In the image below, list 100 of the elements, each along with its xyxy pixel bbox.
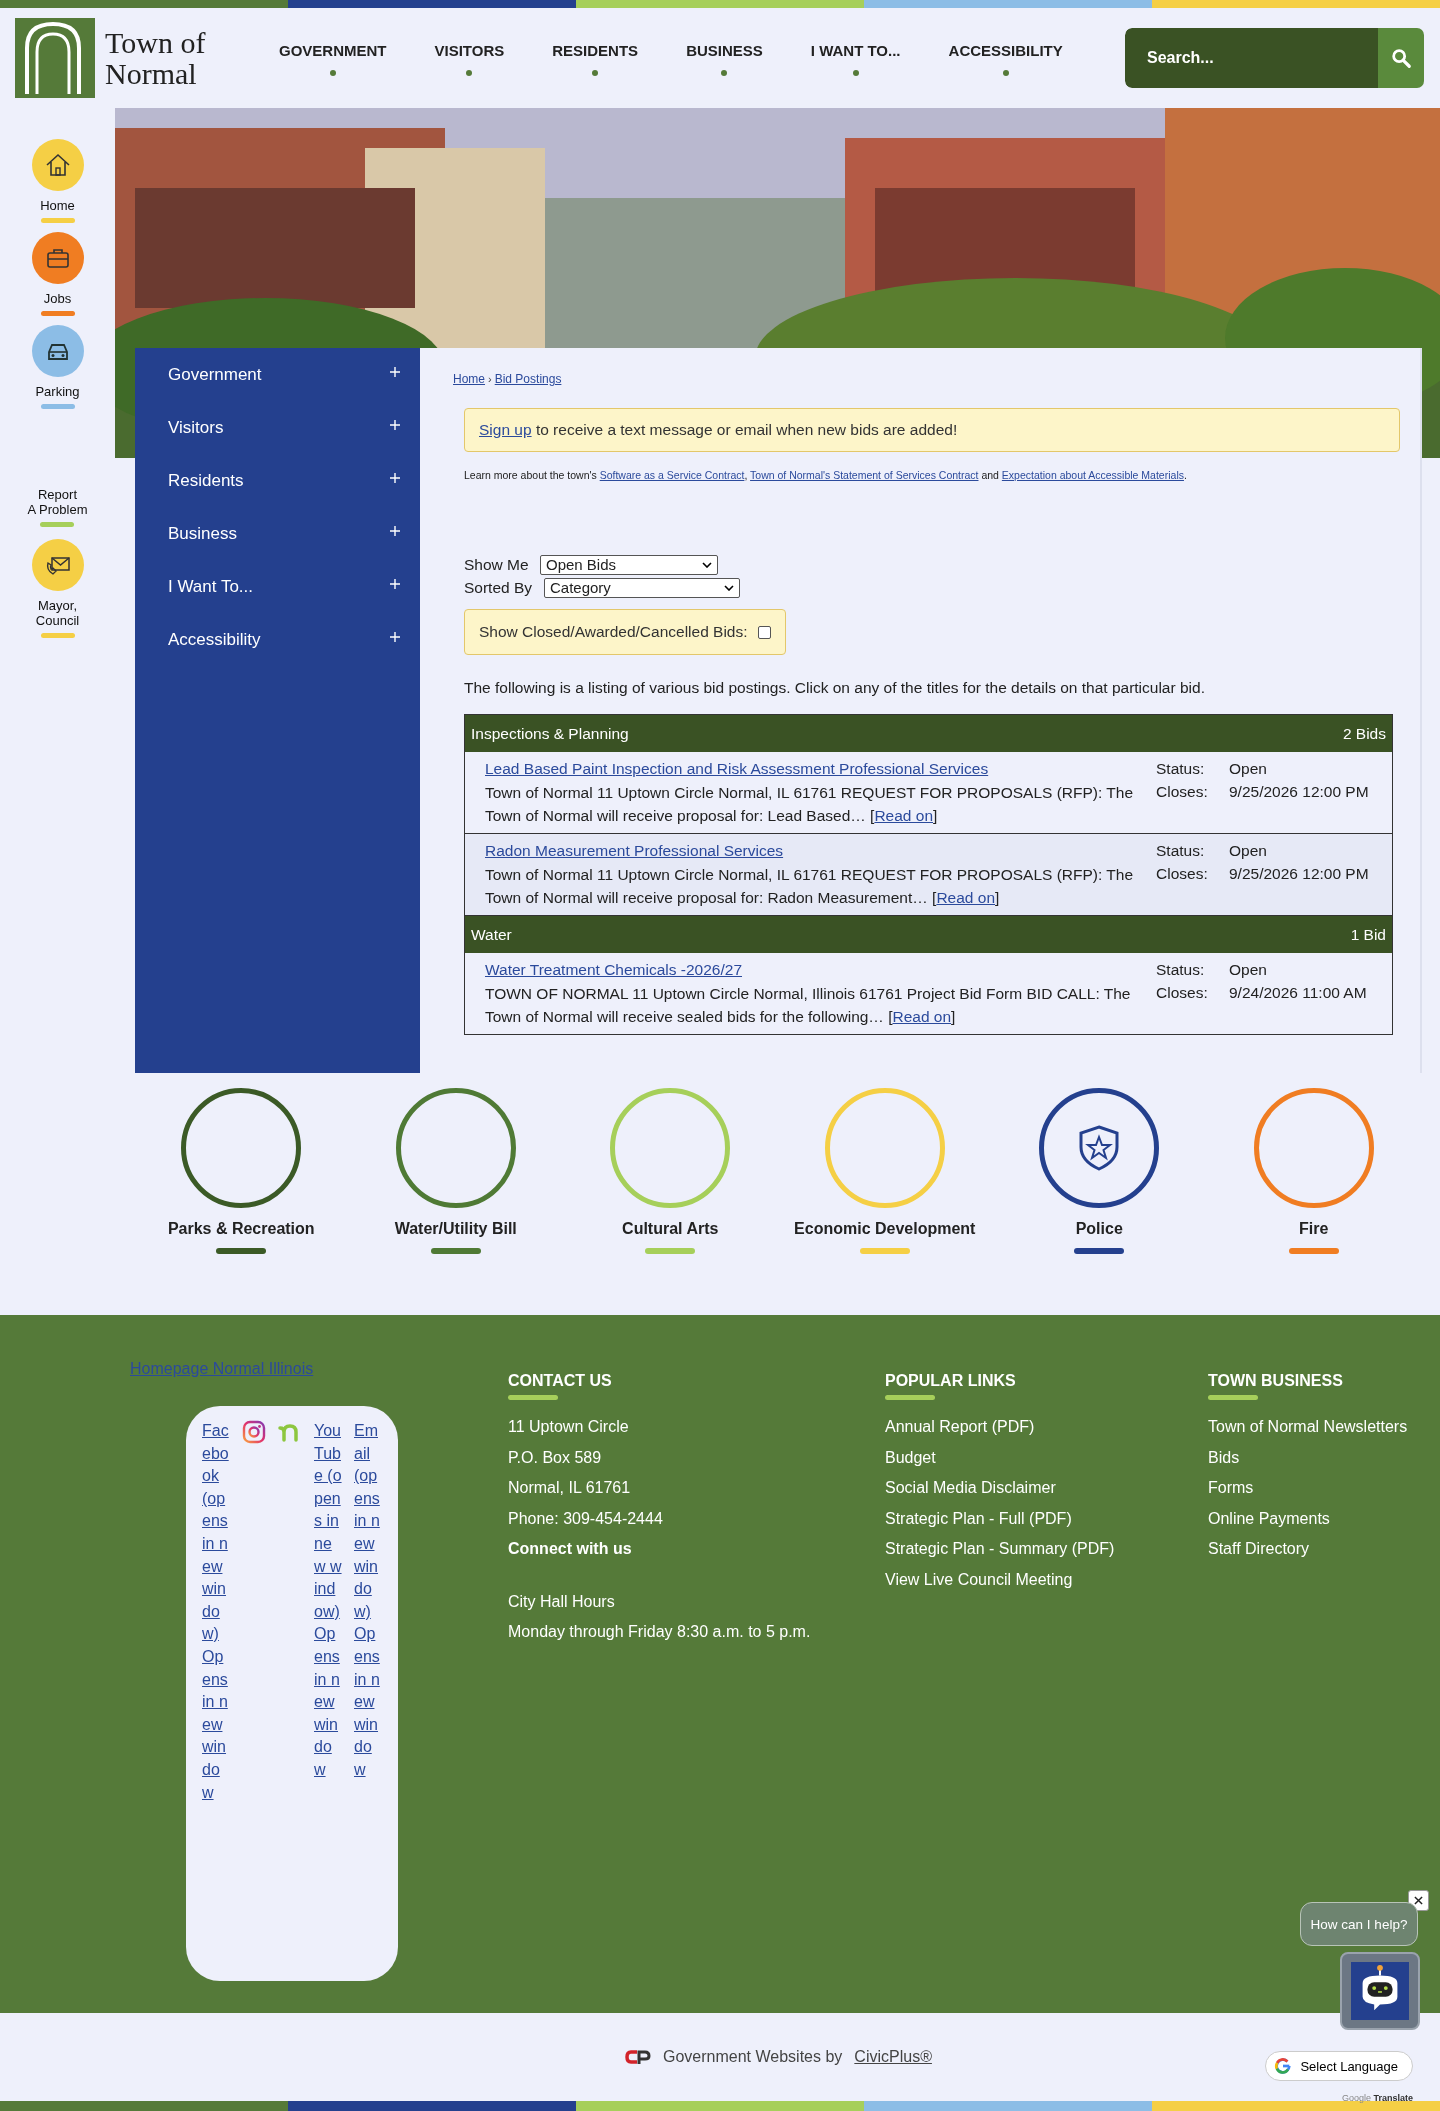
service-link[interactable]: Cultural Arts xyxy=(622,1220,719,1238)
checkbox[interactable] xyxy=(757,625,771,639)
quick-link-label[interactable]: Home xyxy=(40,198,75,213)
side-menu-link[interactable]: Visitors xyxy=(168,417,224,438)
breadcrumb-link[interactable]: Home xyxy=(453,372,485,386)
nav-link[interactable]: VISITORS xyxy=(410,38,529,78)
nav-link[interactable]: I WANT TO... xyxy=(786,38,925,78)
footer-link[interactable]: Budget xyxy=(885,1442,1208,1473)
bid-count: 1 Bid xyxy=(1350,925,1386,944)
footer-heading: CONTACT US xyxy=(508,1372,613,1390)
plus-icon[interactable] xyxy=(390,525,400,536)
bid-title-link[interactable]: Lead Based Paint Inspection and Risk Assessment Professional Services xyxy=(485,758,1153,779)
credit-text: Government Websites by xyxy=(663,2048,843,2066)
service-link[interactable]: Fire xyxy=(1299,1220,1329,1238)
search-field[interactable]: Search... xyxy=(1125,28,1378,88)
contract-link[interactable]: Expectation about Accessible Materials xyxy=(1001,469,1184,481)
signup-link[interactable]: Sign up xyxy=(479,421,532,438)
contract-link[interactable]: Town of Normal's Statement of Services Contract xyxy=(750,469,979,481)
credit-link[interactable]: CivicPlus® xyxy=(854,2048,932,2066)
social-link[interactable]: Facebook (opens in new window) Opens in new window xyxy=(202,1420,230,1805)
logo-icon[interactable] xyxy=(625,2049,651,2065)
plus-icon[interactable] xyxy=(390,366,400,377)
side-menu-link[interactable]: Residents xyxy=(168,470,244,491)
side-menu-link[interactable]: Government xyxy=(168,364,262,385)
intro-text: The following is a listing of various bid postings. Click on any of the titles for the details on that particular bid. xyxy=(464,679,1206,697)
camera-icon[interactable] xyxy=(242,1420,266,1444)
read-on-link[interactable]: Read on xyxy=(874,807,933,824)
dropdown[interactable]: Open Bids xyxy=(540,554,718,575)
service-icon[interactable] xyxy=(181,1088,302,1208)
footer-heading: TOWN BUSINESS xyxy=(1208,1372,1344,1390)
quick-link-label[interactable]: Jobs xyxy=(43,291,72,306)
footer-link[interactable]: Strategic Plan - Summary (PDF) xyxy=(885,1534,1208,1565)
footer-link[interactable]: Strategic Plan - Full (PDF) xyxy=(885,1503,1208,1534)
quick-link-icon[interactable] xyxy=(31,325,84,377)
logo-icon[interactable] xyxy=(15,18,95,98)
bid-title-link[interactable]: Radon Measurement Professional Services xyxy=(485,840,1153,861)
quick-link-label[interactable]: Parking xyxy=(35,384,80,399)
side-menu-link[interactable]: Business xyxy=(168,523,237,544)
service-icon[interactable] xyxy=(395,1088,516,1208)
footer-heading: POPULAR LINKS xyxy=(885,1372,1017,1390)
contact-line: 11 Uptown Circle xyxy=(508,1417,630,1437)
footer-link[interactable]: Bids xyxy=(1208,1442,1408,1473)
quick-link-label[interactable]: Report A Problem xyxy=(27,487,88,517)
social-link[interactable]: Email (opens in new window) Opens in new window xyxy=(354,1420,382,1782)
service-link[interactable]: Economic Development xyxy=(794,1220,976,1238)
closes-value: 9/25/2026 12:00 PM xyxy=(1229,782,1370,802)
closes-label: Closes: xyxy=(1156,782,1209,802)
status-value: Open xyxy=(1229,841,1268,861)
footer-link[interactable]: Forms xyxy=(1208,1473,1408,1504)
plus-icon[interactable] xyxy=(390,578,400,589)
connect-heading: Connect with us xyxy=(508,1539,633,1559)
dropdown[interactable]: Category xyxy=(544,577,740,598)
bid-description: TOWN OF NORMAL 11 Uptown Circle Normal, Illinois 61761 Project Bid Form BID CALL: The Town of Normal will receive sealed bids for the following… [Read on] xyxy=(485,984,1132,1027)
breadcrumb-separator: › xyxy=(488,373,492,385)
nav-link[interactable]: RESIDENTS xyxy=(528,38,663,78)
quick-link-label[interactable]: Mayor, Council xyxy=(35,598,80,628)
plus-icon[interactable] xyxy=(390,472,400,483)
logo-icon xyxy=(1274,2057,1293,2075)
chatbot-button[interactable] xyxy=(1340,1952,1420,2030)
footer-link[interactable]: Social Media Disclaimer xyxy=(885,1473,1208,1504)
nav-link[interactable]: ACCESSIBILITY xyxy=(924,38,1087,78)
closes-label: Closes: xyxy=(1156,983,1209,1003)
language-select[interactable]: Select Language xyxy=(1265,2051,1413,2081)
chat-prompt[interactable]: How can I help? xyxy=(1300,1902,1418,1946)
contact-line: Phone: 309-454-2444 xyxy=(508,1508,664,1529)
bid-count: 2 Bids xyxy=(1342,724,1386,743)
quick-link-icon[interactable] xyxy=(31,139,84,191)
caret-icon xyxy=(724,584,734,591)
breadcrumb-link[interactable]: Bid Postings xyxy=(494,372,562,386)
footer-link[interactable]: Town of Normal Newsletters xyxy=(1208,1412,1408,1443)
closes-label: Closes: xyxy=(1156,864,1209,884)
status-label: Status: xyxy=(1156,960,1206,980)
service-icon[interactable] xyxy=(1039,1088,1160,1208)
nav-link[interactable]: GOVERNMENT xyxy=(255,38,411,78)
read-on-link[interactable]: Read on xyxy=(892,1008,952,1025)
social-link[interactable]: YouTube (opens in new window) Opens in new window xyxy=(314,1420,342,1782)
bid-title-link[interactable]: Water Treatment Chemicals -2026/27 xyxy=(485,959,1153,980)
nav-link[interactable]: BUSINESS xyxy=(662,38,787,78)
footer-link[interactable]: Annual Report (PDF) xyxy=(885,1412,1208,1443)
read-on-link[interactable]: Read on xyxy=(936,889,996,906)
footer-link[interactable]: Online Payments xyxy=(1208,1503,1408,1534)
contact-line: Normal, IL 61761 xyxy=(508,1478,632,1498)
quick-link-icon[interactable] xyxy=(31,232,84,284)
quick-link-icon[interactable] xyxy=(31,539,84,591)
service-link[interactable]: Water/Utility Bill xyxy=(394,1220,517,1238)
site-title[interactable]: Town of Normal xyxy=(105,27,206,89)
side-menu-link[interactable]: Accessibility xyxy=(168,629,261,650)
side-menu-link[interactable]: I Want To... xyxy=(168,576,254,597)
service-link[interactable]: Parks & Recreation xyxy=(167,1220,315,1238)
hours-title: City Hall Hours xyxy=(508,1591,616,1612)
plus-icon[interactable] xyxy=(390,419,400,430)
category-name: Inspections & Planning xyxy=(471,724,629,743)
plus-icon[interactable] xyxy=(390,631,400,642)
search-button[interactable] xyxy=(1378,28,1424,88)
close-icon xyxy=(1414,1896,1423,1905)
filter-label: Sorted By xyxy=(464,578,534,597)
signup-notice: Sign up to receive a text message or email when new bids are added! xyxy=(464,408,1400,452)
service-link[interactable]: Police xyxy=(1075,1220,1123,1238)
footer-link[interactable]: View Live Council Meeting xyxy=(885,1564,1208,1595)
footer-link[interactable]: Staff Directory xyxy=(1208,1534,1408,1565)
